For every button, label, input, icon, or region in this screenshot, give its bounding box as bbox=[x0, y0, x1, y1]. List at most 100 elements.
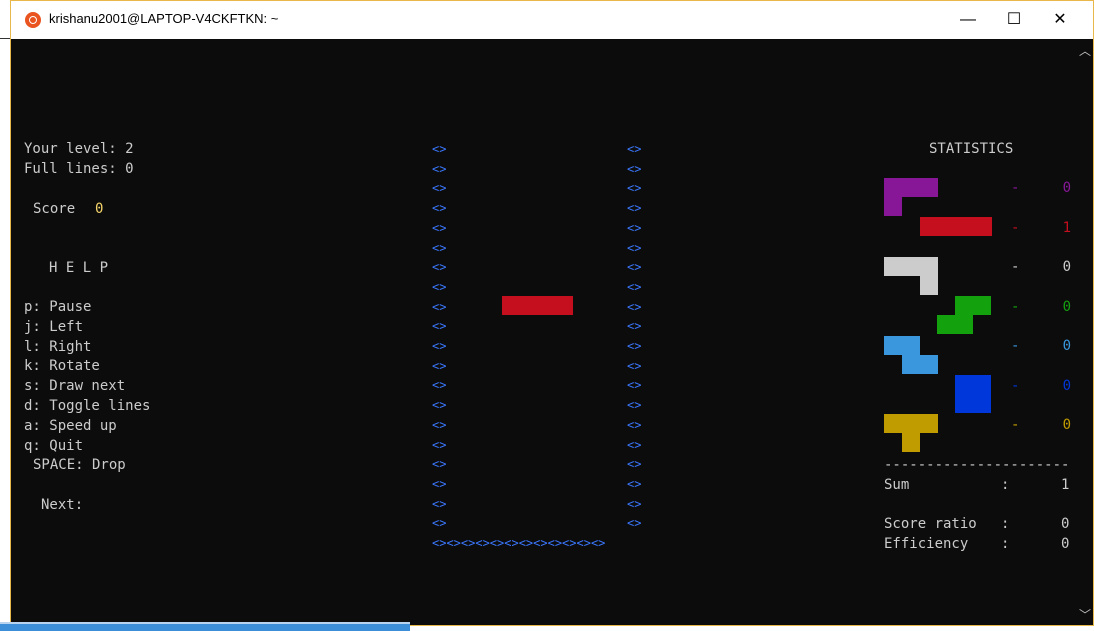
piece-cell bbox=[973, 296, 991, 315]
piece-cell bbox=[902, 336, 920, 355]
board-wall-right: <> bbox=[627, 260, 642, 275]
piece-cell bbox=[955, 375, 973, 394]
scroll-up-icon[interactable]: ︿ bbox=[1079, 42, 1091, 59]
board-wall-left: <> bbox=[432, 279, 447, 294]
board-wall-right: <> bbox=[627, 240, 642, 255]
board-wall-left: <> bbox=[432, 161, 447, 176]
sum-colon: : bbox=[1001, 477, 1010, 493]
ubuntu-icon bbox=[25, 12, 41, 28]
statistics-dash: - bbox=[1011, 219, 1020, 236]
statistics-dash: - bbox=[1011, 338, 1020, 354]
statistics-dash: - bbox=[1011, 377, 1020, 394]
board-wall-right: <> bbox=[627, 398, 642, 413]
piece-cell bbox=[955, 394, 973, 413]
score-value: 0 bbox=[95, 201, 104, 217]
board-wall-left: <> bbox=[432, 260, 447, 275]
piece-cell bbox=[884, 257, 902, 276]
board-wall-right: <> bbox=[627, 220, 642, 235]
board-wall-right: <> bbox=[627, 339, 642, 353]
piece-cell bbox=[920, 178, 938, 197]
maximize-button[interactable]: ☐ bbox=[991, 1, 1037, 39]
statistics-count: 0 bbox=[1062, 377, 1071, 394]
board-wall-left: <> bbox=[432, 339, 447, 353]
statistics-dash: - bbox=[1011, 417, 1020, 433]
piece-cell bbox=[902, 257, 920, 276]
level-text: Your level: 2 bbox=[24, 141, 134, 157]
piece-cell bbox=[920, 257, 938, 276]
board-wall-right: <> bbox=[627, 378, 642, 393]
next-label: Next: bbox=[41, 497, 84, 513]
board-wall-left: <> bbox=[432, 437, 447, 452]
piece-cell bbox=[902, 355, 920, 374]
board-wall-right: <> bbox=[627, 476, 642, 491]
piece-cell bbox=[937, 315, 955, 334]
board-wall-right: <> bbox=[627, 516, 642, 531]
score-label: Score bbox=[33, 201, 76, 217]
statistics-count: 0 bbox=[1062, 180, 1071, 196]
piece-cell bbox=[884, 178, 902, 197]
board-wall-right: <> bbox=[627, 201, 642, 216]
board-wall-right: <> bbox=[627, 417, 642, 432]
help-item: k: Rotate bbox=[24, 358, 100, 375]
piece-cell bbox=[920, 355, 938, 374]
help-item: p: Pause bbox=[24, 299, 92, 315]
board-wall-left: <> bbox=[432, 378, 447, 393]
board-wall-right: <> bbox=[627, 161, 642, 176]
board-wall-left: <> bbox=[432, 457, 447, 472]
score-ratio-value: 0 bbox=[1061, 516, 1070, 532]
score-ratio-label: Score ratio bbox=[884, 516, 977, 532]
statistics-dash: - bbox=[1011, 259, 1020, 275]
sum-value: 1 bbox=[1061, 477, 1070, 493]
board-wall-right: <> bbox=[627, 457, 642, 472]
help-item: a: Speed up bbox=[24, 417, 117, 434]
piece-cell bbox=[938, 217, 956, 236]
board-wall-left: <> bbox=[432, 496, 447, 511]
score-ratio-colon: : bbox=[1001, 516, 1010, 532]
statistics-count: 0 bbox=[1062, 417, 1071, 433]
board-wall-left: <> bbox=[432, 240, 447, 255]
window-title: krishanu2001@LAPTOP-V4CKFTKN: ~ bbox=[49, 11, 279, 26]
board-wall-right: <> bbox=[627, 358, 642, 373]
separator-line: ---------------------- bbox=[884, 457, 1070, 473]
board-floor: <><><><><><><><><><><><> bbox=[432, 536, 606, 550]
statistics-dash: - bbox=[1011, 298, 1020, 315]
board-wall-right: <> bbox=[627, 437, 642, 452]
piece-cell bbox=[884, 336, 902, 355]
full-lines-text: Full lines: 0 bbox=[24, 161, 134, 177]
active-piece bbox=[502, 296, 573, 315]
title-bar[interactable]: krishanu2001@LAPTOP-V4CKFTKN: ~ — ☐ ✕ bbox=[11, 1, 1093, 39]
close-button[interactable]: ✕ bbox=[1037, 1, 1083, 39]
statistics-count: 0 bbox=[1062, 259, 1071, 275]
help-item: l: Right bbox=[24, 338, 92, 355]
piece-cell bbox=[902, 178, 920, 197]
piece-cell bbox=[920, 414, 938, 433]
board-wall-left: <> bbox=[432, 516, 447, 531]
taskbar-item[interactable] bbox=[0, 622, 410, 631]
sum-label: Sum bbox=[884, 477, 910, 493]
piece-cell bbox=[884, 197, 902, 216]
piece-cell bbox=[884, 414, 902, 433]
board-wall-left: <> bbox=[432, 417, 447, 432]
piece-cell bbox=[920, 217, 938, 236]
piece-cell bbox=[902, 414, 920, 433]
board-wall-left: <> bbox=[432, 299, 447, 314]
piece-cell bbox=[973, 394, 991, 413]
board-wall-right: <> bbox=[627, 496, 642, 511]
piece-cell bbox=[955, 296, 973, 315]
efficiency-colon: : bbox=[1001, 536, 1010, 552]
piece-cell bbox=[956, 217, 974, 236]
statistics-title: STATISTICS bbox=[929, 141, 1014, 157]
board-wall-left: <> bbox=[432, 358, 447, 373]
help-title: H E L P bbox=[49, 260, 109, 276]
minimize-button[interactable]: — bbox=[945, 1, 991, 39]
board-wall-left: <> bbox=[432, 476, 447, 491]
statistics-count: 0 bbox=[1062, 298, 1071, 315]
board-wall-right: <> bbox=[627, 279, 642, 294]
efficiency-label: Efficiency bbox=[884, 536, 969, 552]
terminal-window: krishanu2001@LAPTOP-V4CKFTKN: ~ — ☐ ✕ ︿ … bbox=[10, 0, 1094, 626]
board-wall-left: <> bbox=[432, 142, 447, 156]
piece-cell bbox=[974, 217, 992, 236]
scroll-down-icon[interactable]: ﹀ bbox=[1079, 606, 1091, 623]
statistics-count: 1 bbox=[1062, 219, 1071, 236]
statistics-dash: - bbox=[1011, 180, 1020, 196]
